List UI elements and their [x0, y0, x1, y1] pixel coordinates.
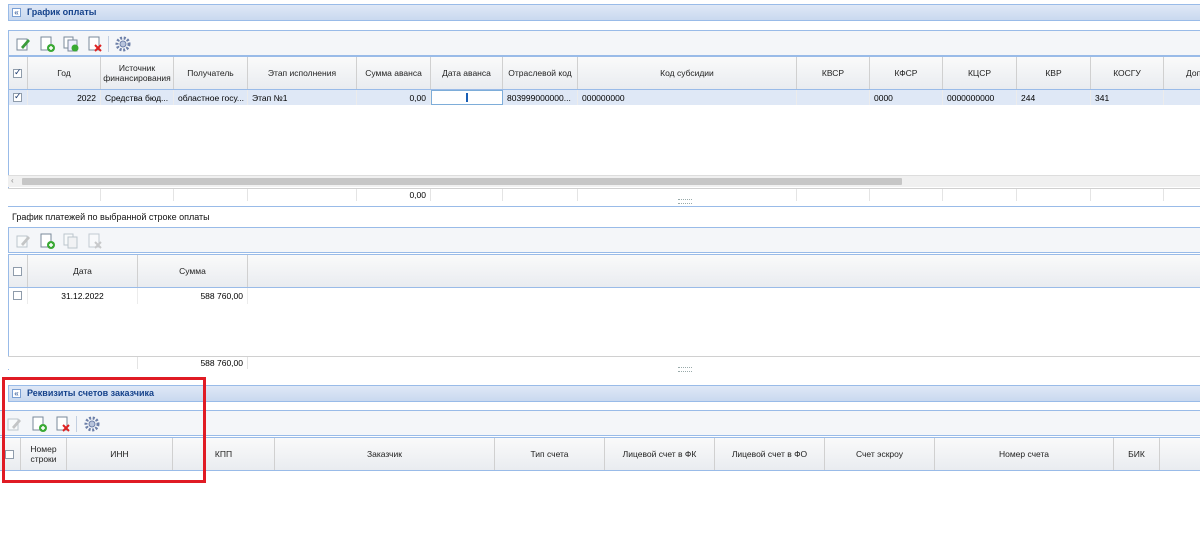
- cell-advance-date-editor[interactable]: [431, 90, 503, 105]
- cell-year[interactable]: 2022: [28, 90, 101, 105]
- payment-schedule-grid-header: Год Источник финансирования Получатель Э…: [8, 56, 1200, 90]
- copy-icon[interactable]: [63, 233, 79, 249]
- add-icon[interactable]: [39, 36, 55, 52]
- payments-title: График платежей по выбранной строке опла…: [12, 212, 210, 222]
- col-header[interactable]: Сумма: [138, 255, 248, 287]
- delete-icon[interactable]: [87, 36, 103, 52]
- cell-kosgu[interactable]: 341: [1091, 90, 1164, 105]
- select-all-checkbox[interactable]: [13, 67, 22, 78]
- edit-icon[interactable]: [15, 233, 31, 249]
- scrollbar-thumb[interactable]: [22, 178, 902, 185]
- col-header[interactable]: Номер счета: [935, 438, 1114, 470]
- cell-kcsr[interactable]: 0000000000: [943, 90, 1017, 105]
- summary-row: 0,00: [8, 188, 1200, 201]
- col-header[interactable]: Доп.: [1164, 57, 1200, 89]
- collapse-icon[interactable]: «: [12, 8, 21, 17]
- cell-source[interactable]: Средства бюд...: [101, 90, 174, 105]
- row-select-cell[interactable]: [9, 90, 28, 105]
- panel-title: График оплаты: [27, 7, 97, 17]
- cell-kvr[interactable]: 244: [1017, 90, 1091, 105]
- col-header[interactable]: Отраслевой код: [503, 57, 578, 89]
- col-header[interactable]: Дата аванса: [431, 57, 503, 89]
- col-header[interactable]: КВР: [1017, 57, 1091, 89]
- payments-grid-header: Дата Сумма: [8, 254, 1200, 288]
- horizontal-scrollbar[interactable]: ‹: [8, 175, 1200, 187]
- payments-toolbar: [8, 227, 1200, 253]
- col-header[interactable]: Тип счета: [495, 438, 605, 470]
- col-header[interactable]: Счет эскроу: [825, 438, 935, 470]
- cell-extra[interactable]: [1164, 90, 1200, 105]
- row-select-cell[interactable]: [9, 288, 28, 304]
- table-row[interactable]: 2022 Средства бюд... областное госу... Э…: [8, 90, 1200, 105]
- col-header[interactable]: Получатель: [174, 57, 248, 89]
- select-all-cell[interactable]: [9, 57, 28, 89]
- copy-icon[interactable]: [63, 36, 79, 52]
- cell-recipient[interactable]: областное госу...: [174, 90, 248, 105]
- payments-subheader: График платежей по выбранной строке опла…: [8, 206, 1200, 227]
- payment-schedule-toolbar: [8, 30, 1200, 56]
- col-header[interactable]: БИК: [1114, 438, 1160, 470]
- cell-subsidy-code[interactable]: 000000000: [578, 90, 797, 105]
- col-header[interactable]: КВСР: [797, 57, 870, 89]
- row-checkbox[interactable]: [13, 91, 22, 102]
- summary-row: 588 760,00: [8, 356, 1200, 369]
- col-header[interactable]: Код субсидии: [578, 57, 797, 89]
- edit-icon[interactable]: [15, 36, 31, 52]
- select-all-cell[interactable]: [9, 255, 28, 287]
- cell-date[interactable]: 31.12.2022: [28, 288, 138, 304]
- col-header[interactable]: Дата: [28, 255, 138, 287]
- col-header[interactable]: КОСГУ: [1091, 57, 1164, 89]
- delete-icon[interactable]: [87, 233, 103, 249]
- resize-grip[interactable]: [678, 367, 692, 372]
- cell-advance-sum[interactable]: 0,00: [357, 90, 431, 105]
- cell-industry-code[interactable]: 803999000000...: [503, 90, 578, 105]
- row-checkbox[interactable]: [13, 291, 22, 300]
- total-advance-sum: 0,00: [409, 190, 426, 200]
- cell-sum[interactable]: 588 760,00: [138, 288, 248, 304]
- resize-grip[interactable]: [678, 199, 692, 204]
- highlight-box: [2, 377, 206, 483]
- settings-gear-icon[interactable]: [115, 36, 131, 52]
- col-header[interactable]: Сумма аванса: [357, 57, 431, 89]
- col-header[interactable]: КЦСР: [943, 57, 1017, 89]
- cell-kfsr[interactable]: 0000: [870, 90, 943, 105]
- cell-kvsr[interactable]: [797, 90, 870, 105]
- col-header[interactable]: Год: [28, 57, 101, 89]
- col-header[interactable]: Заказчик: [275, 438, 495, 470]
- payment-schedule-panel-header: « График оплаты: [8, 4, 1200, 21]
- cell-stage[interactable]: Этап №1: [248, 90, 357, 105]
- col-header[interactable]: Лицевой счет в ФК: [605, 438, 715, 470]
- text-cursor: [466, 93, 468, 102]
- select-all-checkbox[interactable]: [13, 267, 22, 276]
- col-header[interactable]: Источник финансирования: [101, 57, 174, 89]
- col-header[interactable]: Этап исполнения: [248, 57, 357, 89]
- col-header[interactable]: КФСР: [870, 57, 943, 89]
- col-header[interactable]: Лицевой счет в ФО: [715, 438, 825, 470]
- add-icon[interactable]: [39, 233, 55, 249]
- total-sum: 588 760,00: [200, 358, 243, 368]
- table-row[interactable]: 31.12.2022 588 760,00: [8, 288, 1200, 304]
- scroll-left-arrow-icon[interactable]: ‹: [11, 176, 14, 185]
